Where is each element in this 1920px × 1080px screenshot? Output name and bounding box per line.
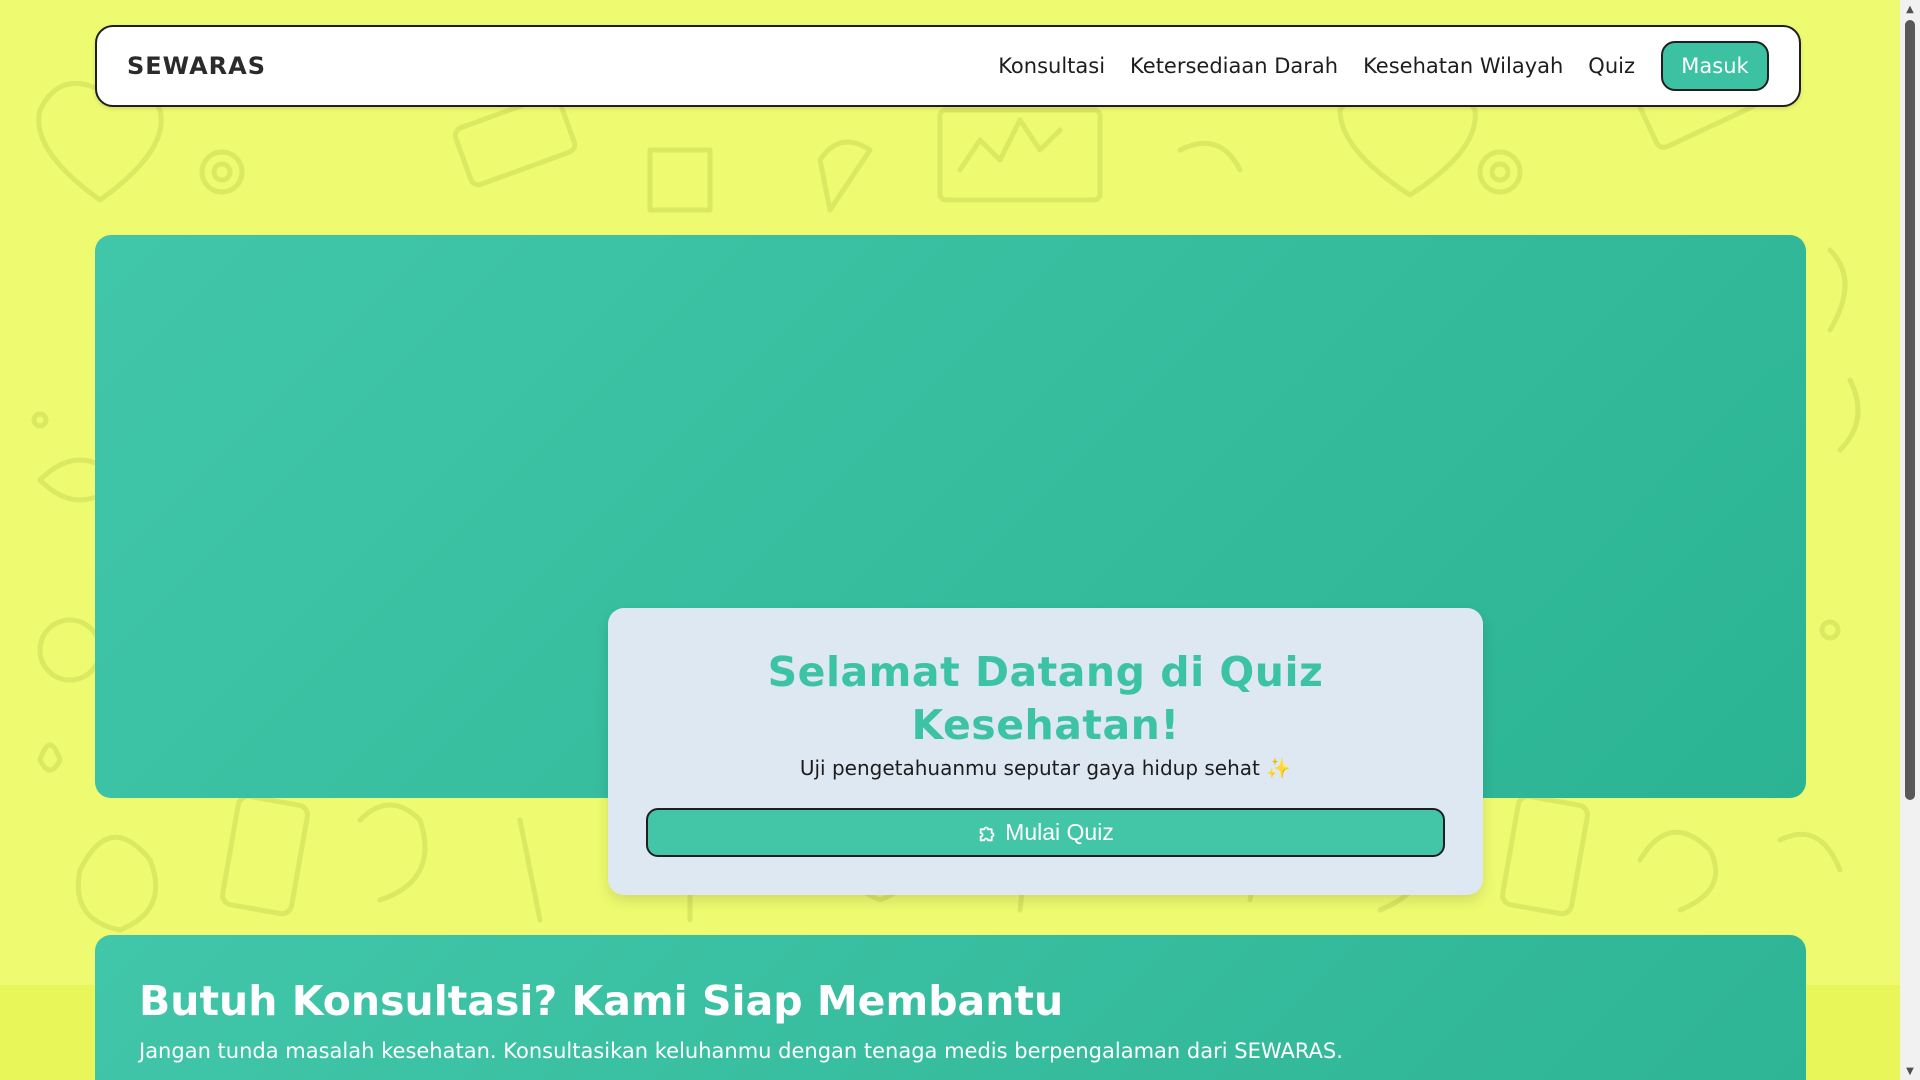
start-quiz-label: Mulai Quiz bbox=[1005, 819, 1114, 845]
scroll-up-arrow-icon[interactable]: ▲ bbox=[1900, 0, 1920, 18]
quiz-title-line1: Selamat Datang di Quiz bbox=[767, 648, 1324, 696]
scroll-down-arrow-icon[interactable]: ▼ bbox=[1900, 1062, 1920, 1080]
quiz-subtitle: Uji pengetahuanmu seputar gaya hidup seh… bbox=[799, 756, 1292, 780]
brand-logo[interactable]: SEWARAS bbox=[127, 52, 266, 80]
consultation-description: Jangan tunda masalah kesehatan. Konsulta… bbox=[139, 1039, 1343, 1063]
nav-link-kesehatan-wilayah[interactable]: Kesehatan Wilayah bbox=[1363, 54, 1563, 78]
consultation-section: Butuh Konsultasi? Kami Siap Membantu Jan… bbox=[95, 935, 1806, 1080]
quiz-hero-section: Selamat Datang di Quiz Kesehatan! Uji pe… bbox=[95, 235, 1806, 895]
nav-link-konsultasi[interactable]: Konsultasi bbox=[998, 54, 1105, 78]
quiz-title: Selamat Datang di Quiz Kesehatan! bbox=[608, 646, 1483, 752]
scrollbar-thumb[interactable] bbox=[1905, 20, 1915, 800]
nav-links: Konsultasi Ketersediaan Darah Kesehatan … bbox=[973, 41, 1769, 91]
puzzle-icon bbox=[977, 822, 999, 844]
quiz-title-line2: Kesehatan! bbox=[911, 701, 1180, 749]
nav-link-quiz[interactable]: Quiz bbox=[1588, 54, 1635, 78]
vertical-scrollbar[interactable]: ▲ ▼ bbox=[1900, 0, 1920, 1080]
quiz-welcome-card: Selamat Datang di Quiz Kesehatan! Uji pe… bbox=[608, 608, 1483, 895]
login-button[interactable]: Masuk bbox=[1661, 41, 1769, 91]
start-quiz-button[interactable]: Mulai Quiz bbox=[646, 808, 1445, 857]
consultation-title: Butuh Konsultasi? Kami Siap Membantu bbox=[139, 977, 1064, 1025]
nav-link-ketersediaan-darah[interactable]: Ketersediaan Darah bbox=[1130, 54, 1338, 78]
navbar: SEWARAS Konsultasi Ketersediaan Darah Ke… bbox=[95, 25, 1801, 107]
